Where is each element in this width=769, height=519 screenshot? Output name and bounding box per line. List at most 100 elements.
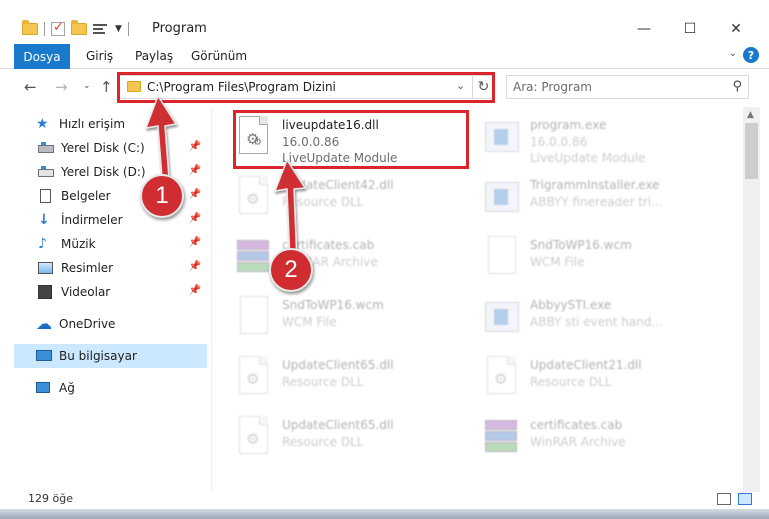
dll-file-icon: ⚙ (483, 356, 519, 400)
up-arrow-icon[interactable]: ↑ (100, 78, 113, 96)
chevron-down-icon[interactable]: ⌄ (729, 48, 737, 59)
drive-icon (38, 165, 54, 179)
sidebar-item-videos[interactable]: Videolar 📌 (14, 280, 207, 304)
file-item[interactable]: certificates.cab WinRAR Archive (461, 410, 701, 468)
exe-file-icon (483, 116, 519, 160)
pin-icon[interactable]: 📌 (189, 141, 201, 152)
file-item[interactable]: TrigrammInstaller.exe ABBYY finereader t… (461, 170, 701, 228)
pin-icon[interactable]: 📌 (189, 213, 201, 224)
file-item[interactable]: SndToWP16.wcm WCM File (461, 230, 701, 288)
file-name: UpdateClient65.dll (282, 358, 394, 372)
desktop-background (0, 509, 769, 519)
search-input[interactable] (513, 79, 713, 95)
file-item[interactable]: program.exe 16.0.0.86 LiveUpdate Module (461, 110, 701, 168)
tab-share[interactable]: Paylaş (135, 49, 173, 63)
sidebar-item-local-disk-c[interactable]: Yerel Disk (C:) 📌 (14, 136, 207, 160)
sidebar-item-label: Ağ (59, 381, 75, 395)
file-item[interactable]: AbbyySTI.exe ABBY sti event hand... (461, 290, 701, 348)
dll-file-icon: ⚙ (235, 416, 271, 460)
pin-icon[interactable]: 📌 (189, 261, 201, 272)
search-box[interactable]: ⚲ (506, 75, 749, 99)
download-icon: ↓ (38, 212, 50, 228)
vertical-scrollbar[interactable]: ▲ (743, 107, 760, 492)
tab-home[interactable]: Giriş (86, 49, 113, 63)
sidebar-item-label: Yerel Disk (D:) (61, 165, 146, 179)
file-item[interactable]: ⚙ UpdateClient65.dll Resource DLL (213, 410, 453, 468)
sidebar-item-this-pc[interactable]: Bu bilgisayar (14, 344, 207, 368)
large-icons-view-icon[interactable] (738, 493, 752, 505)
properties-check-icon[interactable] (51, 20, 65, 36)
exe-file-icon (483, 296, 519, 340)
file-item[interactable]: ⚙ UpdateClient65.dll Resource DLL (213, 350, 453, 408)
file-item[interactable]: ⚙ UpdateClient42.dll Resource DLL (213, 170, 453, 228)
sidebar-item-pictures[interactable]: Resimler 📌 (14, 256, 207, 280)
file-type: ABBY sti event hand... (530, 315, 663, 329)
pictures-icon (38, 261, 54, 275)
blank-file-icon (235, 296, 271, 340)
file-name: certificates.cab (530, 418, 623, 432)
music-icon: ♪ (38, 236, 47, 252)
new-folder-icon[interactable] (71, 20, 87, 35)
minimize-button[interactable]: — (621, 14, 667, 44)
close-button[interactable]: ✕ (713, 14, 759, 44)
video-icon (38, 285, 54, 299)
file-item[interactable]: ⚙ UpdateClient21.dll Resource DLL (461, 350, 701, 408)
maximize-button[interactable]: ☐ (667, 14, 713, 44)
sidebar-item-downloads[interactable]: ↓ İndirmeler 📌 (14, 208, 207, 232)
file-type: Resource DLL (530, 375, 612, 389)
file-type: Resource DLL (282, 195, 364, 209)
pin-icon[interactable]: 📌 (189, 285, 201, 296)
file-name: AbbyySTI.exe (530, 298, 612, 312)
blank-file-icon (483, 236, 519, 280)
item-count: 129 öğe (28, 492, 73, 505)
dll-file-icon: ⚙ (235, 176, 271, 220)
folder-icon (22, 20, 38, 35)
search-icon[interactable]: ⚲ (732, 79, 742, 94)
window-title: Program (152, 21, 207, 36)
sidebar-item-label: Yerel Disk (C:) (61, 141, 145, 155)
dll-file-icon: ⚙ (235, 356, 271, 400)
sidebar-item-network[interactable]: Ağ (14, 376, 207, 400)
file-name: UpdateClient65.dll (282, 418, 394, 432)
sidebar-item-label: Belgeler (61, 189, 111, 203)
sidebar-item-label: OneDrive (59, 317, 116, 331)
scrollbar-thumb[interactable] (745, 123, 758, 179)
sidebar-item-music[interactable]: ♪ Müzik 📌 (14, 232, 207, 256)
computer-icon (36, 349, 52, 363)
tab-file[interactable]: Dosya (14, 44, 70, 69)
file-type: Resource DLL (282, 375, 364, 389)
back-arrow-icon[interactable]: ← (24, 78, 37, 96)
cloud-icon: ☁ (36, 314, 52, 333)
pin-icon[interactable]: 📌 (189, 189, 201, 200)
star-icon: ★ (36, 116, 49, 132)
sidebar-item-label: Videolar (61, 285, 111, 299)
forward-arrow-icon[interactable]: → (55, 78, 68, 96)
file-name: TrigrammInstaller.exe (530, 178, 660, 192)
network-icon (36, 381, 52, 395)
pin-icon[interactable]: 📌 (189, 165, 201, 176)
sidebar-item-quick-access[interactable]: ★ Hızlı erişim (14, 112, 207, 136)
sidebar-item-label: Hızlı erişim (59, 117, 126, 131)
file-name: UpdateClient42.dll (282, 178, 394, 192)
address-bar-highlight (117, 72, 495, 103)
details-view-icon[interactable] (717, 493, 731, 505)
file-item[interactable]: SndToWP16.wcm WCM File (213, 290, 453, 348)
archive-file-icon (483, 416, 519, 460)
separator (44, 22, 45, 36)
customize-dropdown-icon[interactable]: ▼ (115, 24, 122, 34)
archive-file-icon (235, 236, 271, 280)
sidebar-item-label: Resimler (61, 261, 114, 275)
file-name: UpdateClient21.dll (530, 358, 642, 372)
sidebar-item-label: İndirmeler (61, 213, 123, 227)
step-1-badge: 1 (140, 174, 184, 218)
pin-icon[interactable]: 📌 (189, 237, 201, 248)
document-icon (38, 189, 54, 203)
tab-view[interactable]: Görünüm (191, 49, 247, 63)
help-icon[interactable]: ? (743, 47, 759, 63)
scroll-up-icon[interactable]: ▲ (747, 110, 754, 120)
sidebar-item-onedrive[interactable]: ☁ OneDrive (14, 312, 207, 336)
recent-locations-icon[interactable]: ⌄ (83, 81, 91, 91)
rename-icon[interactable] (93, 22, 109, 36)
file-name: SndToWP16.wcm (282, 298, 384, 312)
file-item[interactable]: certificates.cab WinRAR Archive (213, 230, 453, 288)
